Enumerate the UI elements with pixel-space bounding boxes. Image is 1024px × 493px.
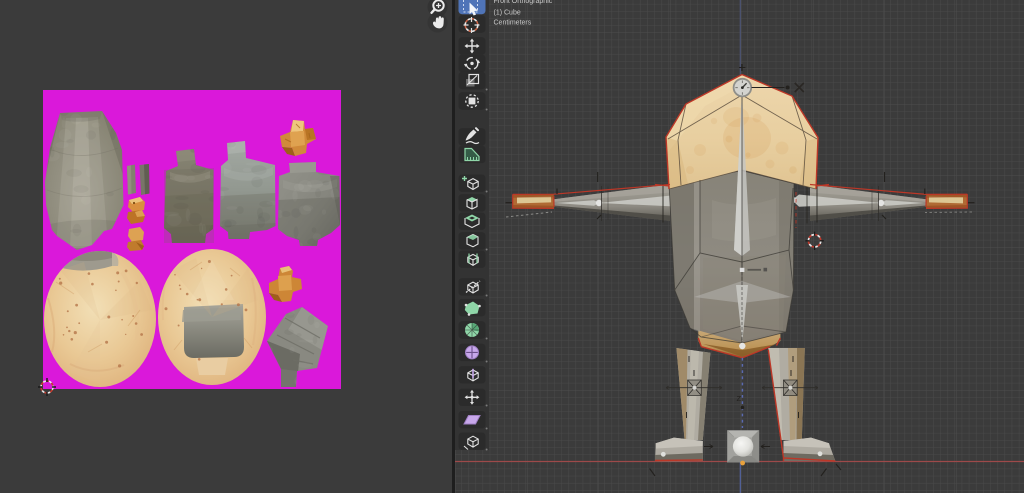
svg-text:Z: Z (737, 394, 742, 403)
svg-text:Front Orthographic: Front Orthographic (494, 0, 553, 5)
svg-text:Centimeters: Centimeters (494, 19, 532, 26)
svg-text:(1) Cube: (1) Cube (494, 9, 521, 16)
